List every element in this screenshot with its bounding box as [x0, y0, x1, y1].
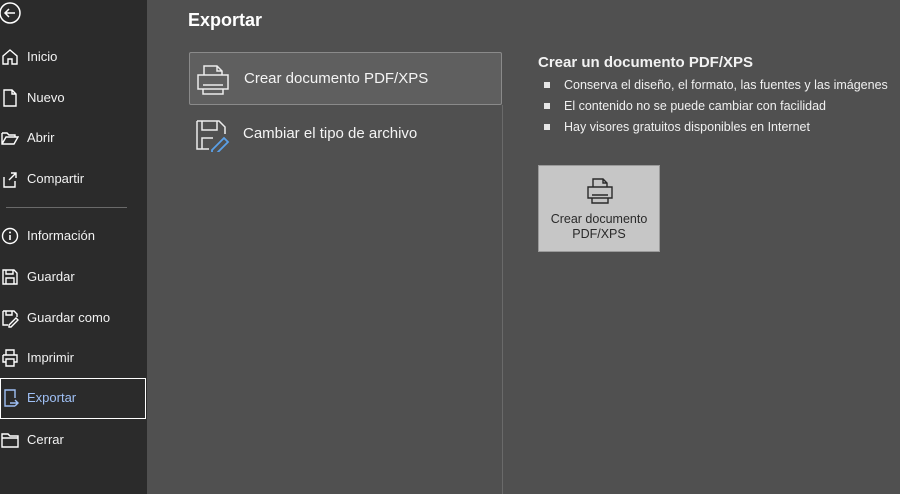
nav-label: Abrir — [27, 130, 55, 145]
pdf-printer-icon — [587, 178, 613, 204]
back-arrow-icon[interactable] — [0, 1, 22, 25]
nav-label: Guardar como — [27, 310, 111, 325]
nav-label: Nuevo — [27, 90, 65, 105]
nav-label: Guardar — [27, 269, 75, 284]
option-label: Crear documento PDF/XPS — [244, 70, 429, 87]
bullet-item: El contenido no se puede cambiar con fac… — [542, 98, 888, 119]
backstage-nav: Inicio Nuevo Abrir Compartir Información… — [0, 0, 147, 494]
bullet-item: Hay visores gratuitos disponibles en Int… — [542, 119, 888, 140]
nav-item-guardar[interactable]: Guardar — [0, 257, 147, 297]
save-as-icon — [2, 310, 19, 328]
detail-bullets: Conserva el diseño, el formato, las fuen… — [542, 77, 888, 140]
open-folder-icon — [1, 132, 19, 145]
nav-label: Inicio — [27, 49, 58, 64]
export-icon — [4, 389, 19, 407]
nav-divider — [6, 207, 127, 208]
printer-icon — [2, 349, 18, 367]
nav-item-nuevo[interactable]: Nuevo — [0, 78, 147, 118]
option-label: Cambiar el tipo de archivo — [243, 125, 418, 142]
detail-title: Crear un documento PDF/XPS — [538, 54, 754, 71]
nav-label: Compartir — [27, 171, 85, 186]
nav-item-abrir[interactable]: Abrir — [0, 118, 147, 158]
panel-divider — [502, 105, 503, 494]
nav-item-imprimir[interactable]: Imprimir — [0, 338, 147, 378]
nav-label: Cerrar — [27, 432, 64, 447]
nav-label: Imprimir — [27, 350, 74, 365]
option-create-pdf-xps[interactable]: Crear documento PDF/XPS — [189, 52, 502, 105]
nav-item-exportar[interactable]: Exportar — [0, 378, 146, 419]
nav-item-informacion[interactable]: Información — [0, 216, 147, 256]
close-folder-icon — [1, 433, 19, 448]
pdf-printer-icon — [197, 65, 229, 95]
new-document-icon — [3, 89, 17, 107]
page-title: Exportar — [188, 10, 263, 30]
nav-item-compartir[interactable]: Compartir — [0, 159, 147, 199]
info-icon — [1, 227, 19, 245]
nav-label: Información — [27, 228, 95, 243]
nav-label: Exportar — [27, 390, 77, 405]
nav-item-inicio[interactable]: Inicio — [0, 37, 147, 77]
nav-item-guardar-como[interactable]: Guardar como — [0, 298, 147, 338]
nav-item-cerrar[interactable]: Cerrar — [0, 420, 147, 460]
share-icon — [3, 172, 17, 188]
bullet-item: Conserva el diseño, el formato, las fuen… — [542, 77, 888, 98]
change-file-type-icon — [196, 120, 230, 152]
save-icon — [2, 269, 18, 285]
create-pdf-xps-button[interactable]: Crear documento PDF/XPS — [538, 165, 660, 252]
option-change-file-type[interactable]: Cambiar el tipo de archivo — [189, 108, 502, 161]
home-icon — [2, 49, 18, 65]
create-pdf-xps-button-label: Crear documento PDF/XPS — [550, 212, 648, 241]
